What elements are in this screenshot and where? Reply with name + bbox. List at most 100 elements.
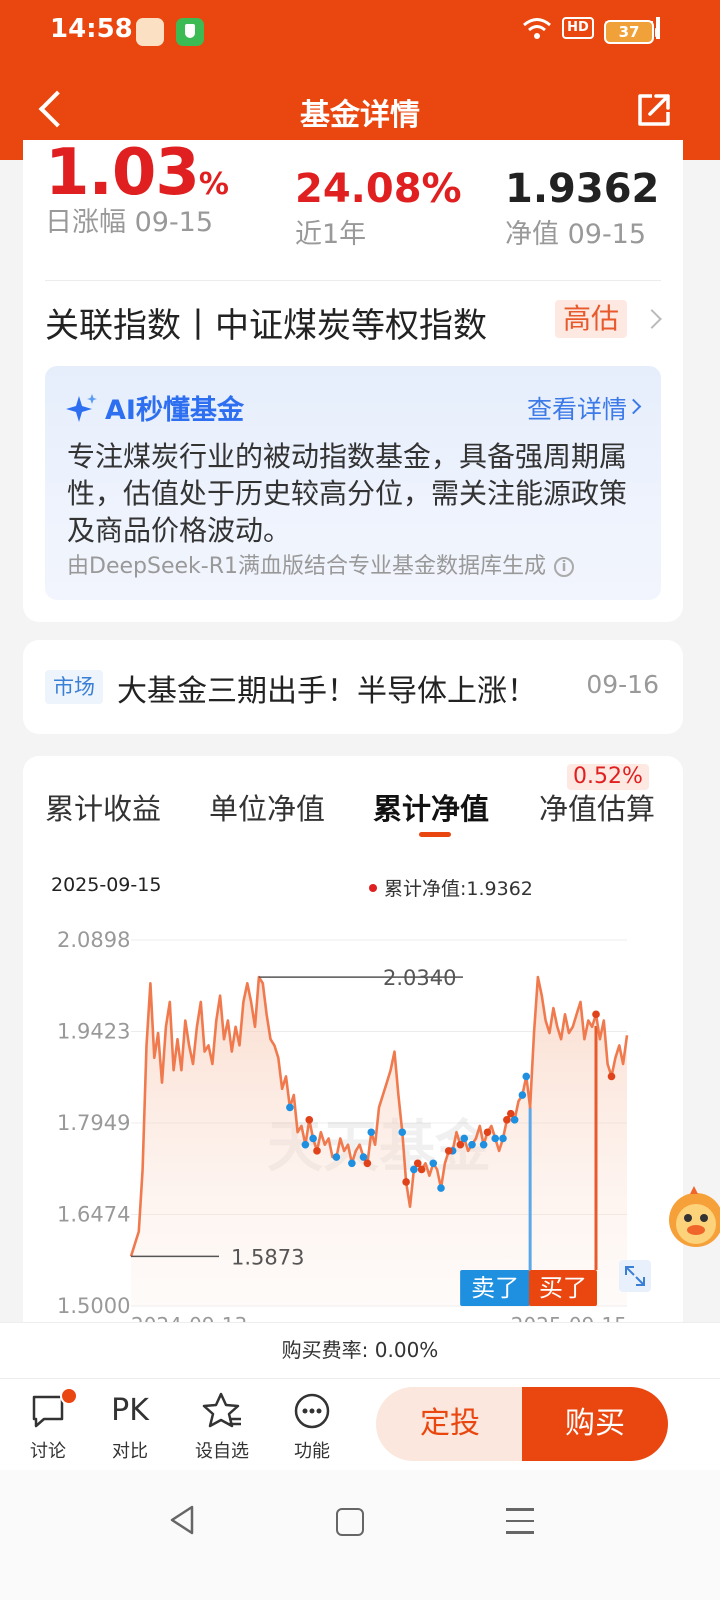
divider (45, 280, 661, 281)
y-tick-label: 1.5000 (57, 1294, 130, 1318)
share-icon[interactable] (634, 90, 674, 130)
chart-date: 2025-09-15 (51, 874, 162, 896)
tab-cumulative-return[interactable]: 累计收益 (45, 786, 161, 828)
auto-invest-button[interactable]: 定投 (376, 1387, 524, 1461)
battery-icon: 37 (604, 20, 658, 44)
tab-nav-estimate[interactable]: 净值估算 (539, 786, 655, 828)
y-tick-label: 1.6474 (57, 1203, 130, 1227)
sell-point (286, 1103, 294, 1112)
active-tab-indicator (419, 832, 451, 837)
watch-label: 设自选 (195, 1441, 249, 1462)
fund-summary-card: 1.03% 日涨幅 09-15 24.08% 近1年 1.9362 净值 09-… (23, 136, 683, 622)
estimate-badge: 0.52% (567, 764, 649, 790)
sell-point (518, 1091, 527, 1099)
sell-point (429, 1159, 438, 1168)
buy-point (483, 1128, 492, 1137)
sell-point (479, 1140, 488, 1149)
buy-point (402, 1178, 410, 1186)
notification-app-icon (136, 18, 164, 46)
info-icon[interactable]: i (553, 557, 574, 577)
news-card[interactable]: 市场 大基金三期出手！半导体上涨！ 09-16 (23, 640, 683, 734)
chart-legend: 累计净值:1.9362 (369, 874, 533, 901)
buy-point (363, 1159, 372, 1168)
expand-icon[interactable] (619, 1260, 651, 1292)
buy-point (456, 1140, 465, 1149)
buy-point (607, 1072, 616, 1081)
sell-point (332, 1153, 341, 1161)
nav-home-icon[interactable] (336, 1508, 364, 1536)
purchase-fee: 购买费率: 0.00% (0, 1322, 720, 1378)
status-bar: 14:58 HD 5G 37 (0, 0, 720, 64)
day-change-stat: 1.03% 日涨幅 09-15 (45, 136, 229, 239)
ai-summary-text: 专注煤炭行业的被动指数基金，具备强周期属性，估值处于历史较高分位，需关注能源政策… (67, 440, 628, 547)
sell-point (491, 1134, 500, 1143)
sell-point (499, 1134, 507, 1143)
buy-point (592, 1010, 600, 1019)
pk-icon: PK (111, 1393, 149, 1428)
buy-point (305, 1116, 314, 1124)
chevron-right-icon[interactable] (625, 398, 642, 415)
nav-menu-icon[interactable] (506, 1508, 534, 1543)
status-time: 14:58 (50, 14, 133, 44)
ai-title: AI秒懂基金 (105, 395, 244, 426)
sell-point (348, 1159, 356, 1168)
news-tag: 市场 (45, 670, 103, 704)
tab-unit-nav[interactable]: 单位净值 (209, 786, 325, 828)
chart-card: 累计收益 单位净值 累计净值 净值估算 0.52% 2025-09-15 累计净… (23, 756, 683, 1376)
bottom-action-bar: 讨论 PK 对比 设自选 功能 定投 购买 (0, 1378, 720, 1470)
more-icon (294, 1393, 330, 1429)
chevron-right-icon[interactable] (642, 309, 662, 329)
wifi-icon (523, 18, 552, 39)
sell-point (367, 1128, 376, 1137)
notification-dot (60, 1387, 78, 1405)
page-title: 基金详情 (300, 98, 420, 133)
nav-label: 净值 09-15 (505, 219, 647, 250)
star-icon (202, 1392, 241, 1428)
news-date: 09-16 (586, 670, 659, 699)
y-tick-label: 1.7949 (57, 1111, 130, 1135)
discuss-button[interactable]: 讨论 (8, 1387, 88, 1463)
sparkle-icon (66, 394, 97, 422)
year-change-stat: 24.08% 近1年 (295, 166, 462, 251)
legend-dot (369, 884, 377, 892)
buy-point (417, 1165, 426, 1174)
compare-button[interactable]: PK 对比 (90, 1389, 170, 1463)
ai-summary-box: AI秒懂基金 查看详情 专注煤炭行业的被动指数基金，具备强周期属性，估值处于历史… (45, 366, 661, 600)
buy-label: 买了 (539, 1274, 587, 1302)
buy-point (444, 1147, 453, 1155)
compare-label: 对比 (112, 1441, 148, 1462)
sell-point (468, 1140, 476, 1149)
y-tick-label: 2.0898 (57, 928, 130, 952)
sell-point (522, 1072, 531, 1081)
more-label: 功能 (294, 1441, 330, 1462)
news-headline[interactable]: 大基金三期出手！半导体上涨！ (117, 666, 537, 710)
max-label: 2.0340 (383, 966, 456, 990)
min-label: 1.5873 (231, 1245, 304, 1269)
buy-point (313, 1147, 321, 1155)
sell-point (437, 1184, 445, 1192)
nav-back-icon[interactable] (168, 1504, 196, 1536)
year-change-value: 24.08% (295, 166, 462, 212)
nav-value: 1.9362 (505, 166, 660, 212)
sell-label: 卖了 (471, 1274, 519, 1302)
related-index[interactable]: 关联指数丨中证煤炭等权指数 (45, 298, 487, 347)
sell-point (309, 1134, 317, 1143)
sell-point (398, 1128, 407, 1137)
add-watchlist-button[interactable]: 设自选 (182, 1389, 262, 1463)
buy-button[interactable]: 购买 (522, 1387, 668, 1461)
ai-detail-link[interactable]: 查看详情 (527, 390, 627, 426)
sell-point (301, 1140, 310, 1149)
buy-point (506, 1109, 515, 1118)
nav-chart[interactable]: 2.08981.94231.79491.64741.50002024-09-13… (23, 916, 683, 1326)
valuation-badge[interactable]: 高估 (555, 300, 628, 338)
nav-stat: 1.9362 净值 09-15 (505, 166, 659, 251)
mascot-icon[interactable] (662, 1184, 720, 1250)
day-change-value: 1.03% (45, 136, 229, 210)
security-app-icon (176, 18, 204, 46)
more-functions-button[interactable]: 功能 (272, 1389, 352, 1463)
year-change-label: 近1年 (295, 219, 367, 250)
tab-cumulative-nav[interactable]: 累计净值 (373, 786, 489, 828)
y-tick-label: 1.9423 (57, 1020, 130, 1044)
system-nav-bar (0, 1470, 720, 1600)
day-change-label: 日涨幅 09-15 (45, 207, 214, 238)
